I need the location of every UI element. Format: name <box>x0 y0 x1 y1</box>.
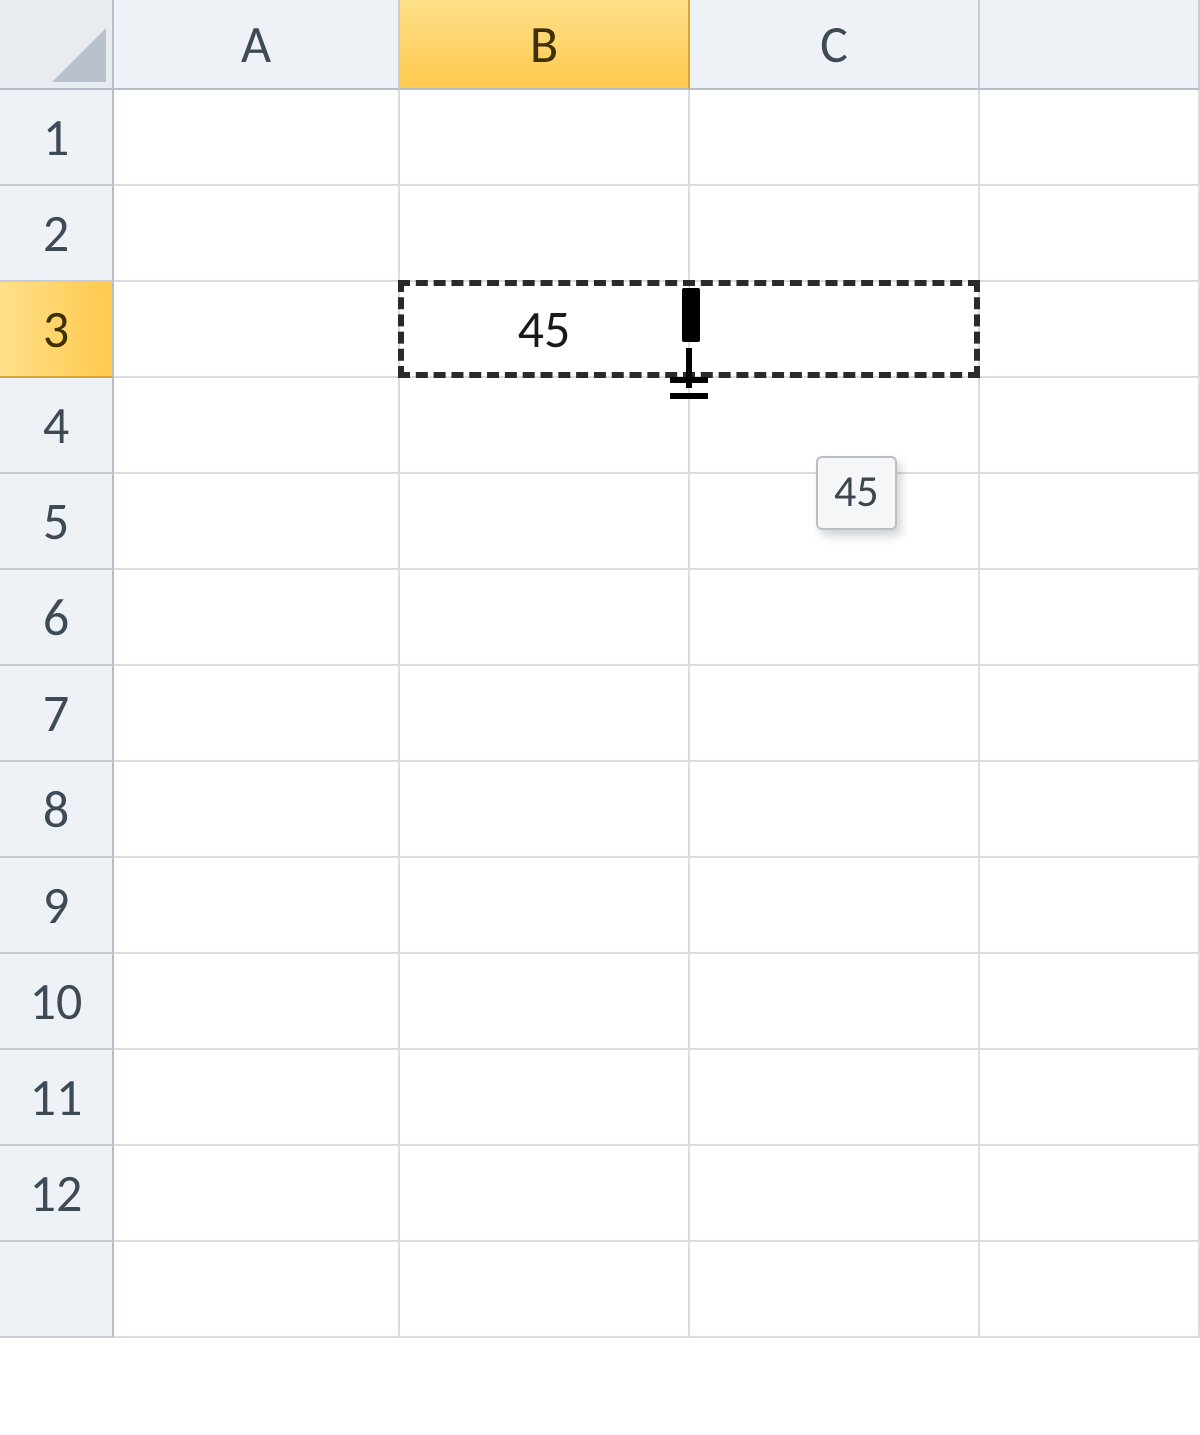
cell-B3[interactable]: 45 <box>400 282 690 378</box>
cell-B5[interactable] <box>400 474 690 570</box>
cell-C7[interactable] <box>690 666 980 762</box>
row-header-label: 8 <box>43 777 69 841</box>
column-header-D[interactable] <box>980 0 1200 90</box>
cell-A1[interactable] <box>114 90 400 186</box>
cell-B7[interactable] <box>400 666 690 762</box>
cell-B10[interactable] <box>400 954 690 1050</box>
select-all-corner[interactable] <box>0 0 114 90</box>
cell-B12[interactable] <box>400 1146 690 1242</box>
row-header-11[interactable]: 11 <box>0 1050 114 1146</box>
row-header-label: 1 <box>43 105 69 169</box>
cell-A11[interactable] <box>114 1050 400 1146</box>
cell-D13[interactable] <box>980 1242 1200 1338</box>
cell-A10[interactable] <box>114 954 400 1050</box>
cell-A9[interactable] <box>114 858 400 954</box>
cell-B11[interactable] <box>400 1050 690 1146</box>
row-header-label: 6 <box>43 585 69 649</box>
select-all-triangle-icon <box>52 28 106 82</box>
row-header-label: 7 <box>43 681 69 745</box>
cell-C9[interactable] <box>690 858 980 954</box>
cell-B9[interactable] <box>400 858 690 954</box>
row-header-10[interactable]: 10 <box>0 954 114 1050</box>
column-header-label: B <box>530 12 558 76</box>
cell-D11[interactable] <box>980 1050 1200 1146</box>
cell-D8[interactable] <box>980 762 1200 858</box>
cell-C10[interactable] <box>690 954 980 1050</box>
cell-D9[interactable] <box>980 858 1200 954</box>
cell-B1[interactable] <box>400 90 690 186</box>
row-header-6[interactable]: 6 <box>0 570 114 666</box>
cell-D7[interactable] <box>980 666 1200 762</box>
cell-A6[interactable] <box>114 570 400 666</box>
row-header-13[interactable] <box>0 1242 114 1338</box>
cell-C3[interactable] <box>690 282 980 378</box>
cell-D1[interactable] <box>980 90 1200 186</box>
cell-B13[interactable] <box>400 1242 690 1338</box>
cell-A8[interactable] <box>114 762 400 858</box>
row-header-8[interactable]: 8 <box>0 762 114 858</box>
cell-A2[interactable] <box>114 186 400 282</box>
column-header-C[interactable]: C <box>690 0 980 90</box>
column-header-label: C <box>820 12 848 76</box>
cell-C1[interactable] <box>690 90 980 186</box>
row-header-4[interactable]: 4 <box>0 378 114 474</box>
row-header-label: 10 <box>30 969 83 1033</box>
cell-A5[interactable] <box>114 474 400 570</box>
cell-B2[interactable] <box>400 186 690 282</box>
row-header-5[interactable]: 5 <box>0 474 114 570</box>
cell-D10[interactable] <box>980 954 1200 1050</box>
row-header-9[interactable]: 9 <box>0 858 114 954</box>
row-header-1[interactable]: 1 <box>0 90 114 186</box>
row-header-label: 9 <box>43 873 69 937</box>
cell-D5[interactable] <box>980 474 1200 570</box>
spreadsheet-grid: A B C 1 2 3 45 4 5 6 7 8 <box>0 0 1200 1435</box>
cell-B4[interactable] <box>400 378 690 474</box>
cell-C2[interactable] <box>690 186 980 282</box>
cell-B6[interactable] <box>400 570 690 666</box>
cell-A7[interactable] <box>114 666 400 762</box>
cell-C5[interactable] <box>690 474 980 570</box>
cell-value: 45 <box>518 297 571 361</box>
cell-A3[interactable] <box>114 282 400 378</box>
cell-A4[interactable] <box>114 378 400 474</box>
cell-A13[interactable] <box>114 1242 400 1338</box>
cell-B8[interactable] <box>400 762 690 858</box>
row-header-label: 5 <box>43 489 69 553</box>
row-header-3[interactable]: 3 <box>0 282 114 378</box>
cell-C4[interactable] <box>690 378 980 474</box>
column-header-A[interactable]: A <box>114 0 400 90</box>
cell-D2[interactable] <box>980 186 1200 282</box>
cell-C6[interactable] <box>690 570 980 666</box>
cell-C13[interactable] <box>690 1242 980 1338</box>
row-header-label: 11 <box>30 1065 83 1129</box>
cell-D6[interactable] <box>980 570 1200 666</box>
row-header-label: 4 <box>43 393 69 457</box>
column-header-label: A <box>241 12 271 76</box>
row-header-label: 2 <box>43 201 69 265</box>
cell-D4[interactable] <box>980 378 1200 474</box>
row-header-label: 12 <box>30 1161 83 1225</box>
cell-C8[interactable] <box>690 762 980 858</box>
cell-A12[interactable] <box>114 1146 400 1242</box>
column-header-B[interactable]: B <box>400 0 690 90</box>
row-header-label: 3 <box>43 297 69 361</box>
row-header-12[interactable]: 12 <box>0 1146 114 1242</box>
cell-D12[interactable] <box>980 1146 1200 1242</box>
cell-C11[interactable] <box>690 1050 980 1146</box>
row-header-7[interactable]: 7 <box>0 666 114 762</box>
cell-C12[interactable] <box>690 1146 980 1242</box>
cell-D3[interactable] <box>980 282 1200 378</box>
row-header-2[interactable]: 2 <box>0 186 114 282</box>
